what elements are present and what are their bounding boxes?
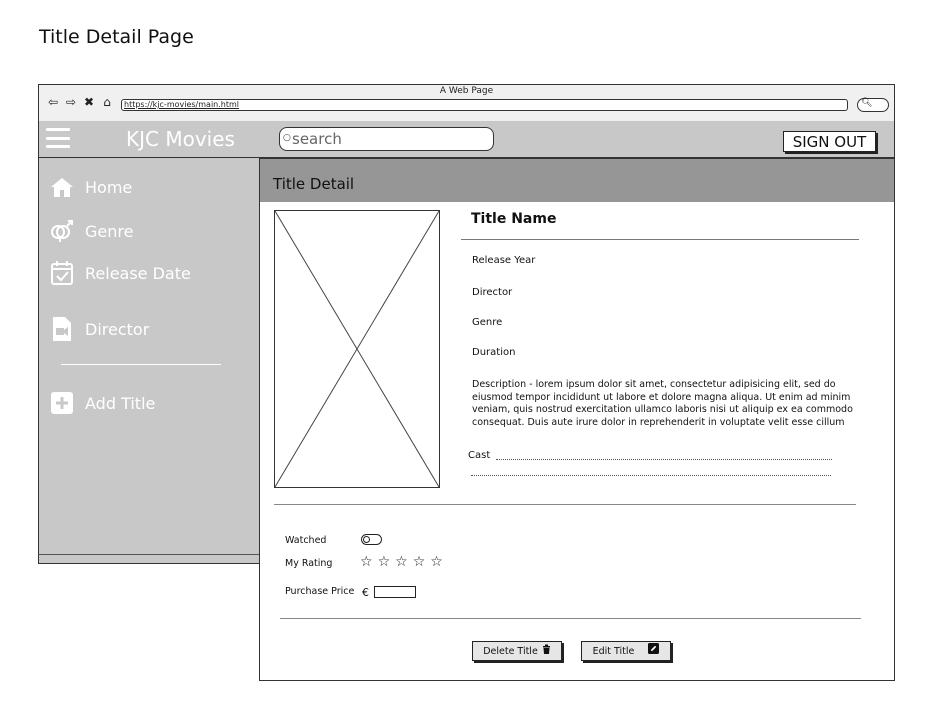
release-year-label: Release Year [472,255,536,266]
sidebar-item-label: Release Date [85,263,191,283]
cast-line [471,475,831,476]
forward-arrow-icon[interactable]: ⇨ [64,95,78,109]
edit-title-button[interactable]: Edit Title [581,641,671,661]
sidebar-item-label: Genre [85,221,134,241]
search-icon: ○ [283,133,291,143]
page-heading: Title Detail Page [39,26,194,48]
content-header-title: Title Detail [273,175,355,193]
poster-image-placeholder [274,210,440,488]
sidebar-item-genre[interactable]: Genre [49,218,133,244]
search-icon: 🔍︎ [861,98,873,108]
sidebar-divider [61,364,221,365]
sidebar-item-label: Home [85,177,133,197]
search-input[interactable] [292,129,487,149]
gender-icon [49,218,75,244]
window-title: A Web Page [439,86,494,96]
trash-icon [542,643,551,660]
browser-titlebar: A Web Page ⇦ ⇨ ✖ ⌂ https://kjc-movies/ma… [39,85,894,122]
title-name: Title Name [471,211,557,227]
genre-label: Genre [472,317,503,328]
back-arrow-icon[interactable]: ⇦ [46,95,60,109]
star-icon[interactable]: ☆ [395,555,408,569]
description-text: Description - lorem ipsum dolor sit amet… [472,379,853,428]
rating-label: My Rating [285,558,333,569]
director-label: Director [472,287,513,298]
sidebar-item-director[interactable]: Director [49,316,149,342]
title-divider [461,239,859,240]
watched-toggle[interactable] [361,534,382,545]
pencil-icon [648,642,660,660]
section-divider [280,618,861,619]
toggle-knob [363,536,370,543]
duration-label: Duration [472,347,516,358]
delete-title-label: Delete Title [483,645,538,657]
delete-title-button[interactable]: Delete Title [472,641,562,661]
brand-title[interactable]: KJC Movies [126,127,235,151]
star-icon[interactable]: ☆ [378,555,391,569]
hamburger-menu-icon[interactable] [46,128,70,148]
browser-nav: ⇦ ⇨ ✖ ⌂ [46,95,114,109]
edit-title-label: Edit Title [592,645,635,657]
sidebar-item-label: Add Title [85,393,156,413]
star-icon[interactable]: ☆ [413,555,426,569]
search-box[interactable]: ○ [279,127,494,151]
url-bar[interactable]: https://kjc-movies/main.html [121,99,848,111]
purchase-price-input[interactable] [374,586,416,598]
sidebar-shadow [38,554,260,564]
app-topbar: KJC Movies ○ SIGN OUT [38,121,895,158]
close-x-icon[interactable]: ✖ [82,95,96,109]
sidebar-item-add-title[interactable]: Add Title [49,390,155,416]
sidebar-item-home[interactable]: Home [49,174,132,200]
currency-symbol: € [362,586,369,599]
star-icon[interactable]: ☆ [360,555,373,569]
home-icon [49,174,75,200]
content-header: Title Detail [260,159,894,202]
watched-label: Watched [285,535,327,546]
star-icon[interactable]: ☆ [430,555,443,569]
title-detail-panel: Title Detail Title Name Release Year Dir… [259,158,895,681]
sign-out-button[interactable]: SIGN OUT [783,131,876,152]
browser-search-pill[interactable]: 🔍︎ [857,98,889,112]
calendar-check-icon [49,260,75,286]
video-file-icon [49,316,75,342]
plus-square-icon [49,390,75,416]
home-icon[interactable]: ⌂ [100,95,114,109]
section-divider [274,504,856,505]
rating-stars: ☆ ☆ ☆ ☆ ☆ [360,555,443,569]
sidebar-item-label: Director [85,319,150,339]
sidebar: Home Genre Release Date Director Add Tit… [38,158,260,564]
cast-line [496,459,832,460]
cast-label: Cast [468,450,491,461]
sidebar-item-release-date[interactable]: Release Date [49,260,191,286]
purchase-price-label: Purchase Price [285,586,355,597]
